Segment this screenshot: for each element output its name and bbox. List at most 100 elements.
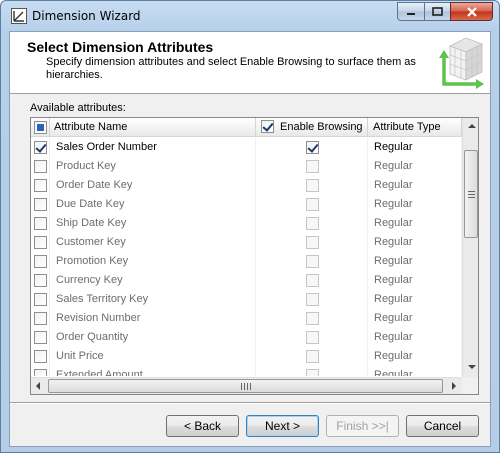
enable-browsing-checkbox[interactable] [306, 179, 319, 192]
table-row[interactable]: Ship Date Key Regular [31, 214, 462, 233]
attribute-type-cell[interactable]: Regular [368, 252, 462, 271]
back-button[interactable]: < Back [166, 415, 239, 437]
attribute-name-cell[interactable]: Sales Order Number [50, 138, 256, 157]
enable-browsing-checkbox[interactable] [306, 369, 319, 376]
attribute-include-checkbox[interactable] [34, 274, 47, 287]
vertical-scrollbar[interactable] [462, 118, 478, 377]
enable-browsing-checkbox[interactable] [306, 255, 319, 268]
attribute-type-header[interactable]: Attribute Type [368, 118, 462, 137]
attribute-name-cell[interactable]: Extended Amount [50, 366, 256, 376]
table-row[interactable]: Currency Key Regular [31, 271, 462, 290]
maximize-button[interactable] [424, 2, 450, 21]
enable-browsing-checkbox[interactable] [306, 160, 319, 173]
table-row[interactable]: Extended Amount Regular [31, 366, 462, 376]
select-all-header [31, 118, 50, 137]
row-select-cell [31, 176, 50, 195]
table-row[interactable]: Order Quantity Regular [31, 328, 462, 347]
scroll-right-arrow-icon[interactable] [452, 382, 456, 390]
enable-browsing-cell [256, 252, 368, 271]
scroll-up-arrow-icon[interactable] [468, 124, 476, 128]
enable-browsing-cell [256, 233, 368, 252]
enable-browsing-checkbox[interactable] [306, 217, 319, 230]
close-button[interactable] [450, 2, 493, 21]
scroll-left-arrow-icon[interactable] [36, 382, 40, 390]
attribute-include-checkbox[interactable] [34, 293, 47, 306]
attribute-name-cell[interactable]: Order Quantity [50, 328, 256, 347]
enable-browsing-checkbox[interactable] [306, 236, 319, 249]
table-row[interactable]: Sales Order Number Regular [31, 138, 462, 157]
horizontal-scroll-thumb[interactable] [48, 379, 443, 393]
enable-browsing-checkbox[interactable] [306, 274, 319, 287]
attribute-type-cell[interactable]: Regular [368, 176, 462, 195]
finish-button[interactable]: Finish >>| [326, 415, 399, 437]
attribute-name-cell[interactable]: Revision Number [50, 309, 256, 328]
minimize-button[interactable] [397, 2, 424, 21]
enable-browsing-header[interactable]: Enable Browsing [256, 118, 368, 137]
table-row[interactable]: Due Date Key Regular [31, 195, 462, 214]
next-button[interactable]: Next > [246, 415, 319, 437]
attribute-type-cell[interactable]: Regular [368, 214, 462, 233]
attribute-include-checkbox[interactable] [34, 217, 47, 230]
attribute-type-cell[interactable]: Regular [368, 347, 462, 366]
table-row[interactable]: Unit Price Regular [31, 347, 462, 366]
attribute-name-cell[interactable]: Unit Price [50, 347, 256, 366]
enable-browsing-cell [256, 309, 368, 328]
select-all-checkbox[interactable] [34, 121, 47, 134]
attribute-type-cell[interactable]: Regular [368, 138, 462, 157]
vertical-scroll-thumb[interactable] [464, 150, 478, 238]
enable-browsing-checkbox[interactable] [306, 312, 319, 325]
attribute-include-checkbox[interactable] [34, 160, 47, 173]
table-row[interactable]: Promotion Key Regular [31, 252, 462, 271]
row-select-cell [31, 366, 50, 376]
dimension-wizard-icon [11, 8, 27, 24]
attributes-grid[interactable]: Attribute Name Enable Browsing Attribute… [30, 117, 479, 395]
attribute-type-cell[interactable]: Regular [368, 271, 462, 290]
attribute-include-checkbox[interactable] [34, 312, 47, 325]
attribute-include-checkbox[interactable] [34, 198, 47, 211]
enable-browsing-checkbox[interactable] [306, 331, 319, 344]
attribute-type-cell[interactable]: Regular [368, 328, 462, 347]
attribute-name-cell[interactable]: Currency Key [50, 271, 256, 290]
attribute-name-cell[interactable]: Customer Key [50, 233, 256, 252]
enable-browsing-cell [256, 290, 368, 309]
wizard-header: Select Dimension Attributes Specify dime… [10, 32, 490, 94]
table-row[interactable]: Sales Territory Key Regular [31, 290, 462, 309]
attribute-include-checkbox[interactable] [34, 255, 47, 268]
attribute-name-cell[interactable]: Ship Date Key [50, 214, 256, 233]
attribute-name-cell[interactable]: Product Key [50, 157, 256, 176]
attribute-include-checkbox[interactable] [34, 369, 47, 376]
attribute-include-checkbox[interactable] [34, 141, 47, 154]
attribute-type-cell[interactable]: Regular [368, 290, 462, 309]
enable-browsing-cell [256, 366, 368, 376]
table-row[interactable]: Revision Number Regular [31, 309, 462, 328]
attribute-type-cell[interactable]: Regular [368, 309, 462, 328]
attribute-name-cell[interactable]: Promotion Key [50, 252, 256, 271]
table-row[interactable]: Customer Key Regular [31, 233, 462, 252]
attribute-name-header[interactable]: Attribute Name [50, 118, 256, 137]
attribute-include-checkbox[interactable] [34, 350, 47, 363]
table-row[interactable]: Order Date Key Regular [31, 176, 462, 195]
attribute-include-checkbox[interactable] [34, 179, 47, 192]
table-row[interactable]: Product Key Regular [31, 157, 462, 176]
enable-browsing-checkbox[interactable] [306, 141, 319, 154]
row-select-cell [31, 233, 50, 252]
enable-browsing-checkbox[interactable] [306, 198, 319, 211]
enable-browsing-checkbox[interactable] [306, 350, 319, 363]
title-bar[interactable]: Dimension Wizard [1, 1, 499, 31]
cancel-button[interactable]: Cancel [406, 415, 479, 437]
attribute-type-cell[interactable]: Regular [368, 195, 462, 214]
attribute-include-checkbox[interactable] [34, 331, 47, 344]
enable-browsing-all-checkbox[interactable] [261, 120, 274, 133]
scroll-down-arrow-icon[interactable] [468, 365, 476, 369]
attribute-type-cell[interactable]: Regular [368, 233, 462, 252]
attribute-name-cell[interactable]: Order Date Key [50, 176, 256, 195]
attribute-name-cell[interactable]: Sales Territory Key [50, 290, 256, 309]
maximize-icon [432, 7, 443, 16]
attribute-name-cell[interactable]: Due Date Key [50, 195, 256, 214]
attribute-type-cell[interactable]: Regular [368, 157, 462, 176]
horizontal-scrollbar[interactable] [31, 377, 462, 394]
attribute-type-cell[interactable]: Regular [368, 366, 462, 376]
enable-browsing-checkbox[interactable] [306, 293, 319, 306]
available-attributes-label: Available attributes: [30, 102, 126, 114]
attribute-include-checkbox[interactable] [34, 236, 47, 249]
